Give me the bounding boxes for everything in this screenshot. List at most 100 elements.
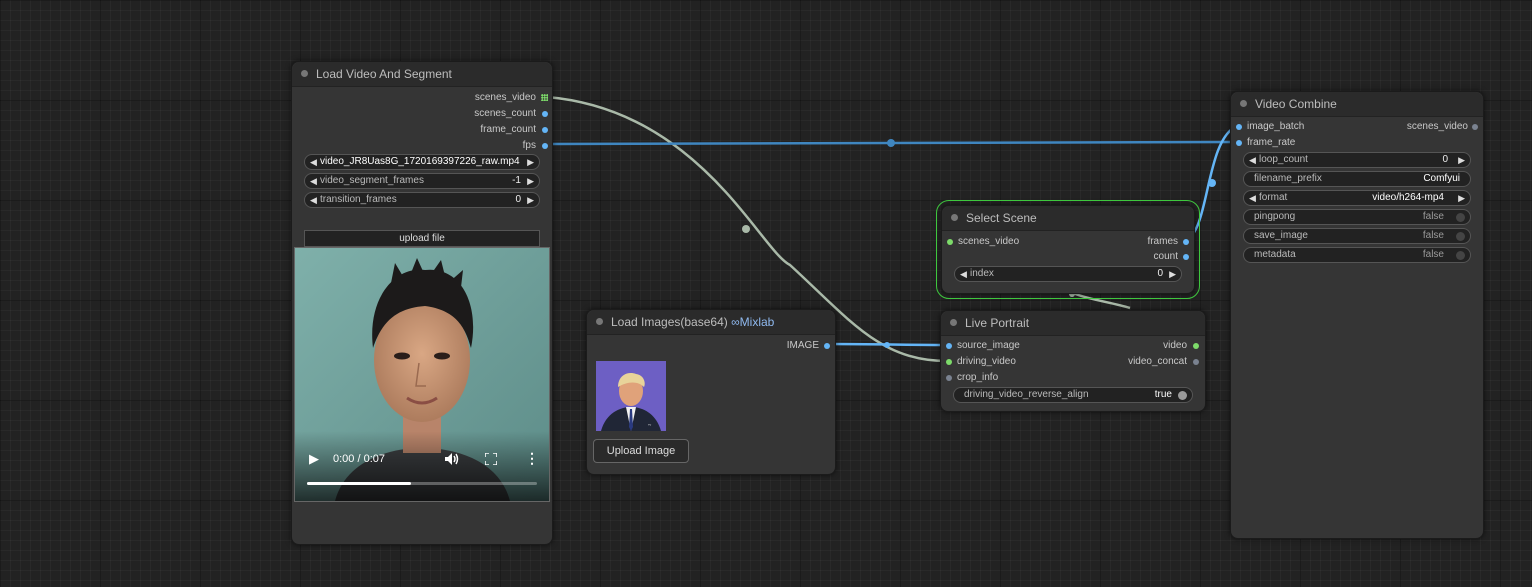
- volume-icon[interactable]: [445, 453, 459, 465]
- portrait-thumbnail: ~: [596, 361, 666, 431]
- arrow-left-icon[interactable]: ◀: [310, 174, 317, 188]
- node-title: Load Video And Segment: [316, 67, 452, 81]
- input-pin[interactable]: [946, 343, 952, 349]
- output-count: count: [1153, 251, 1178, 262]
- format-combo[interactable]: ◀ format video/h264-mp4 ▶: [1243, 190, 1471, 206]
- select-scene-node[interactable]: Select Scene scenes_video frames count ◀…: [936, 200, 1200, 299]
- output-pin[interactable]: [1472, 124, 1478, 130]
- input-pin[interactable]: [1236, 140, 1242, 146]
- video-controls: ▶ 0:00 / 0:07 ⋮: [295, 431, 549, 501]
- node-title: Select Scene: [966, 211, 1037, 225]
- output-video-concat: video_concat: [1128, 356, 1187, 367]
- arrow-right-icon[interactable]: ▶: [527, 193, 534, 207]
- input-source-image: source_image: [957, 340, 1020, 351]
- video-progress-bar[interactable]: [307, 482, 537, 485]
- wire-midpoint: [1208, 179, 1216, 187]
- collapse-dot-icon[interactable]: [950, 319, 957, 326]
- upload-image-button[interactable]: Upload Image: [593, 439, 689, 463]
- transition-frames-widget[interactable]: ◀ transition_frames 0 ▶: [304, 192, 540, 208]
- output-pin[interactable]: [824, 343, 830, 349]
- save-image-toggle[interactable]: save_image false: [1243, 228, 1471, 244]
- input-crop-info: crop_info: [957, 372, 999, 383]
- arrow-right-icon[interactable]: ▶: [1458, 153, 1465, 167]
- output-video: video: [1163, 340, 1187, 351]
- collapse-dot-icon[interactable]: [596, 318, 603, 325]
- collapse-dot-icon[interactable]: [1240, 100, 1247, 107]
- video-time: 0:00 / 0:07: [333, 453, 385, 465]
- output-pin[interactable]: [542, 143, 548, 149]
- node-title: Live Portrait: [965, 316, 1030, 330]
- metadata-toggle[interactable]: metadata false: [1243, 247, 1471, 263]
- arrow-left-icon[interactable]: ◀: [1249, 191, 1256, 205]
- output-image: IMAGE: [786, 340, 819, 351]
- fullscreen-icon[interactable]: [485, 453, 497, 465]
- output-frames: frames: [1147, 236, 1178, 247]
- upload-file-button[interactable]: upload file: [304, 230, 540, 247]
- node-title-bar[interactable]: Select Scene: [942, 206, 1194, 231]
- arrow-left-icon[interactable]: ◀: [960, 267, 967, 281]
- output-frame-count: frame_count: [480, 124, 536, 135]
- node-title: Video Combine: [1255, 97, 1337, 111]
- live-portrait-node[interactable]: Live Portrait source_image driving_video…: [940, 310, 1206, 412]
- reverse-align-toggle[interactable]: driving_video_reverse_align true: [953, 387, 1193, 403]
- output-pin[interactable]: [542, 111, 548, 117]
- input-pin[interactable]: [1236, 124, 1242, 130]
- load-video-node[interactable]: Load Video And Segment scenes_video scen…: [291, 61, 553, 545]
- output-pin[interactable]: [542, 127, 548, 133]
- output-pin[interactable]: [1193, 343, 1199, 349]
- node-title-bar[interactable]: Video Combine: [1231, 92, 1483, 117]
- collapse-dot-icon[interactable]: [951, 214, 958, 221]
- video-segment-frames-widget[interactable]: ◀ video_segment_frames -1 ▶: [304, 173, 540, 189]
- output-scenes-video: scenes_video: [1406, 121, 1468, 132]
- arrow-left-icon[interactable]: ◀: [310, 155, 317, 169]
- wire-image-to-source-image: [828, 342, 948, 347]
- arrow-right-icon[interactable]: ▶: [1458, 191, 1465, 205]
- image-preview: ~: [596, 361, 666, 431]
- arrow-right-icon[interactable]: ▶: [1169, 267, 1176, 281]
- arrow-left-icon[interactable]: ◀: [1249, 153, 1256, 167]
- input-pin[interactable]: [947, 239, 953, 245]
- collapse-dot-icon[interactable]: [301, 70, 308, 77]
- toggle-knob-icon[interactable]: [1456, 213, 1465, 222]
- node-title-bar[interactable]: Load Images(base64) ∞Mixlab: [587, 310, 835, 335]
- output-scenes-count: scenes_count: [474, 108, 536, 119]
- infinity-icon: ∞: [731, 315, 740, 329]
- toggle-knob-icon[interactable]: [1456, 232, 1465, 241]
- node-title: Load Images(base64) ∞Mixlab: [611, 315, 775, 329]
- input-driving-video: driving_video: [957, 356, 1016, 367]
- more-vert-icon[interactable]: ⋮: [525, 450, 539, 467]
- input-scenes-video: scenes_video: [958, 236, 1020, 247]
- output-pin[interactable]: [1183, 239, 1189, 245]
- video-progress-fill: [307, 482, 411, 485]
- input-pin[interactable]: [946, 359, 952, 365]
- node-title-bar[interactable]: Live Portrait: [941, 311, 1205, 336]
- arrow-right-icon[interactable]: ▶: [527, 155, 534, 169]
- video-file-combo[interactable]: ◀ video_JR8Uas8G_1720169397226_raw.mp4 ▶: [304, 154, 540, 170]
- output-scenes-video: scenes_video: [474, 92, 536, 103]
- pingpong-toggle[interactable]: pingpong false: [1243, 209, 1471, 225]
- video-combine-node[interactable]: Video Combine image_batch frame_rate sce…: [1230, 91, 1484, 539]
- toggle-knob-icon[interactable]: [1456, 251, 1465, 260]
- play-icon[interactable]: ▶: [309, 451, 319, 467]
- loop-count-widget[interactable]: ◀ loop_count 0 ▶: [1243, 152, 1471, 168]
- wire-midpoint: [887, 139, 895, 147]
- wire-scenes-video-to-select-scene: [1069, 290, 1131, 310]
- toggle-knob-icon[interactable]: [1178, 391, 1187, 400]
- wire-midpoint: [742, 225, 750, 233]
- wire-midpoint: [884, 342, 890, 348]
- output-fps: fps: [522, 140, 536, 151]
- filename-prefix-widget[interactable]: filename_prefix Comfyui: [1243, 171, 1471, 187]
- arrow-left-icon[interactable]: ◀: [310, 193, 317, 207]
- video-player[interactable]: ▶ 0:00 / 0:07 ⋮: [294, 247, 550, 502]
- output-pin[interactable]: [1183, 254, 1189, 260]
- wire-fps-to-frame-rate: [546, 140, 1238, 146]
- output-pin[interactable]: [1193, 359, 1199, 365]
- input-frame-rate: frame_rate: [1247, 137, 1296, 148]
- index-widget[interactable]: ◀ index 0 ▶: [954, 266, 1182, 282]
- input-image-batch: image_batch: [1247, 121, 1305, 132]
- grid-pin-icon[interactable]: [541, 94, 548, 101]
- input-pin[interactable]: [946, 375, 952, 381]
- arrow-right-icon[interactable]: ▶: [527, 174, 534, 188]
- node-title-bar[interactable]: Load Video And Segment: [292, 62, 552, 87]
- load-images-node[interactable]: Load Images(base64) ∞Mixlab IMAGE ~ Uplo…: [586, 309, 836, 475]
